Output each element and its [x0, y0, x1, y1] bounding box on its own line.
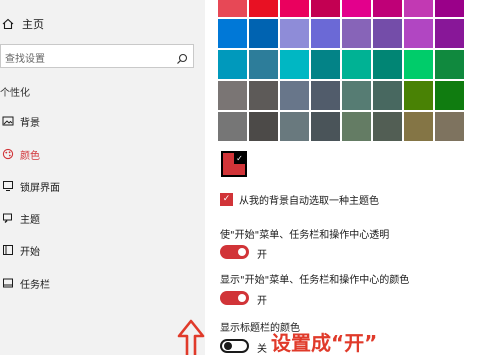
color-swatch[interactable]: [435, 112, 464, 141]
show-color-start-label: 显示"开始"菜单、任务栏和操作中心的颜色: [220, 275, 410, 286]
color-swatch[interactable]: [373, 112, 402, 141]
annotation-text: 设置成“开”: [271, 331, 378, 355]
nav-item-colors[interactable]: 颜色: [0, 144, 40, 164]
color-swatch[interactable]: [404, 0, 433, 17]
toggle-knob: [224, 342, 232, 350]
title-bar-color-toggle[interactable]: [220, 339, 249, 353]
color-swatch[interactable]: [249, 0, 278, 17]
title-bar-color-state: 关: [257, 344, 267, 355]
search-icon[interactable]: [176, 50, 188, 64]
color-swatch[interactable]: [342, 81, 371, 110]
color-swatch[interactable]: [218, 112, 247, 141]
color-swatch[interactable]: [280, 0, 309, 17]
show-color-start-state: 开: [257, 296, 267, 307]
color-swatch[interactable]: [404, 112, 433, 141]
color-swatch[interactable]: [373, 81, 402, 110]
color-swatch[interactable]: [342, 0, 371, 17]
toggle-knob: [238, 248, 246, 256]
nav-item-label: 背景: [20, 117, 40, 129]
color-swatch[interactable]: [342, 50, 371, 79]
nav-item-label: 锁屏界面: [20, 182, 60, 194]
section-title: 个性化: [0, 88, 30, 99]
color-swatch[interactable]: [249, 81, 278, 110]
color-swatch[interactable]: [280, 19, 309, 48]
lock-screen-icon: [2, 180, 14, 192]
color-swatch[interactable]: [373, 50, 402, 79]
show-color-start-toggle[interactable]: [220, 291, 249, 305]
color-swatch[interactable]: [280, 112, 309, 141]
color-swatch[interactable]: [404, 50, 433, 79]
checkmark-icon: ✓: [234, 153, 245, 164]
color-swatch[interactable]: [342, 19, 371, 48]
color-swatch[interactable]: [404, 19, 433, 48]
settings-sidebar: 主页 查找设置 个性化 背景 颜色 锁屏界面 主题 开始 任务栏: [0, 0, 205, 355]
nav-home[interactable]: 主页: [0, 14, 44, 34]
nav-item-lock-screen[interactable]: 锁屏界面: [0, 176, 60, 196]
color-swatch[interactable]: [218, 19, 247, 48]
color-swatch[interactable]: [249, 112, 278, 141]
color-swatch[interactable]: [311, 19, 340, 48]
color-swatch[interactable]: [435, 81, 464, 110]
auto-pick-color-checkbox[interactable]: ✓ 从我的背景自动选取一种主题色: [220, 192, 379, 207]
palette-icon: [2, 148, 14, 160]
color-swatch[interactable]: [373, 0, 402, 17]
nav-item-label: 主题: [20, 214, 40, 226]
selected-accent-color[interactable]: ✓: [221, 151, 247, 177]
color-swatch[interactable]: [280, 81, 309, 110]
color-swatch[interactable]: [218, 81, 247, 110]
transparency-toggle[interactable]: [220, 245, 249, 259]
color-swatch[interactable]: [404, 81, 433, 110]
color-swatch[interactable]: [311, 0, 340, 17]
color-swatch[interactable]: [311, 50, 340, 79]
color-swatch[interactable]: [435, 50, 464, 79]
color-swatch[interactable]: [342, 112, 371, 141]
color-swatch[interactable]: [311, 112, 340, 141]
home-icon: [2, 18, 14, 30]
transparency-label: 使"开始"菜单、任务栏和操作中心透明: [220, 230, 390, 241]
color-swatch[interactable]: [218, 50, 247, 79]
nav-item-taskbar[interactable]: 任务栏: [0, 273, 50, 293]
nav-home-label: 主页: [22, 18, 44, 31]
color-swatch[interactable]: [249, 19, 278, 48]
color-swatch[interactable]: [435, 19, 464, 48]
search-box[interactable]: 查找设置: [0, 44, 194, 68]
color-swatch[interactable]: [435, 0, 464, 17]
color-swatch[interactable]: [218, 0, 247, 17]
transparency-state: 开: [257, 250, 267, 261]
taskbar-icon: [2, 277, 14, 289]
nav-item-label: 任务栏: [20, 279, 50, 291]
nav-item-themes[interactable]: 主题: [0, 208, 40, 228]
nav-item-label: 颜色: [20, 150, 40, 162]
color-swatch[interactable]: [373, 19, 402, 48]
nav-item-background[interactable]: 背景: [0, 111, 40, 131]
annotation-arrow-icon: [177, 319, 205, 355]
picture-icon: [2, 115, 14, 127]
toggle-knob: [238, 294, 246, 302]
checkbox-checked-icon[interactable]: ✓: [220, 192, 233, 206]
auto-pick-color-label: 从我的背景自动选取一种主题色: [239, 195, 379, 207]
nav-item-label: 开始: [20, 246, 40, 258]
color-swatch[interactable]: [249, 50, 278, 79]
brush-icon: [2, 212, 14, 224]
color-swatch[interactable]: [311, 81, 340, 110]
start-icon: [2, 244, 14, 256]
nav-item-start[interactable]: 开始: [0, 240, 40, 260]
color-swatch[interactable]: [280, 50, 309, 79]
search-placeholder: 查找设置: [5, 54, 45, 65]
